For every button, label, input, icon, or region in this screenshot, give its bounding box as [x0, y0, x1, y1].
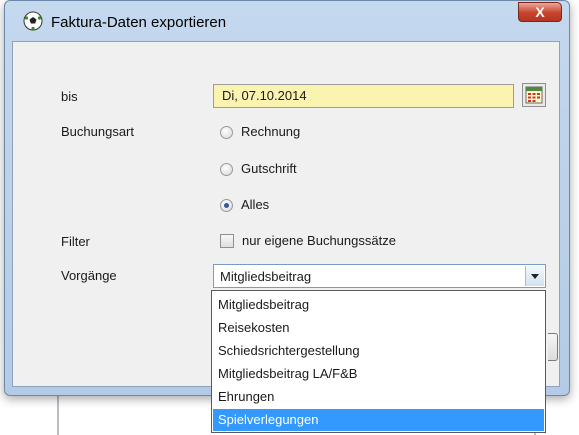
- background-divider: [57, 395, 59, 435]
- radio-gutschrift-label[interactable]: Gutschrift: [241, 161, 297, 176]
- soccer-ball-icon: [23, 11, 43, 31]
- filter-label: Filter: [61, 234, 90, 249]
- dropdown-item[interactable]: Mitgliedsbeitrag: [213, 294, 544, 316]
- vorgaenge-combobox[interactable]: Mitgliedsbeitrag: [213, 264, 546, 288]
- filter-checkbox[interactable]: [220, 234, 234, 248]
- title-bar[interactable]: Faktura-Daten exportieren X: [5, 1, 569, 41]
- radio-rechnung[interactable]: [220, 126, 233, 139]
- vorgaenge-selected-value: Mitgliedsbeitrag: [220, 269, 312, 284]
- dropdown-item[interactable]: Reisekosten: [213, 317, 544, 339]
- close-button[interactable]: X: [518, 2, 562, 22]
- radio-alles-label[interactable]: Alles: [241, 197, 269, 212]
- calendar-icon: [525, 86, 543, 104]
- calendar-button[interactable]: [522, 83, 546, 107]
- vorgaenge-label: Vorgänge: [61, 268, 117, 283]
- dropdown-item-highlighted[interactable]: Spielverlegungen: [213, 409, 544, 431]
- dropdown-item[interactable]: Mitgliedsbeitrag LA/F&B: [213, 363, 544, 385]
- chevron-down-icon[interactable]: [525, 266, 544, 286]
- filter-checkbox-label[interactable]: nur eigene Buchungssätze: [242, 233, 396, 248]
- dropdown-item[interactable]: Ehrungen: [213, 386, 544, 408]
- radio-alles[interactable]: [220, 199, 233, 212]
- window-title: Faktura-Daten exportieren: [51, 14, 227, 31]
- vorgaenge-dropdown-list: Mitgliedsbeitrag Reisekosten Schiedsrich…: [211, 290, 546, 433]
- dropdown-item[interactable]: Schiedsrichtergestellung: [213, 340, 544, 362]
- bis-label: bis: [61, 89, 78, 104]
- radio-gutschrift[interactable]: [220, 163, 233, 176]
- radio-rechnung-label[interactable]: Rechnung: [241, 124, 300, 139]
- partially-hidden-button[interactable]: [548, 333, 558, 361]
- buchungsart-label: Buchungsart: [61, 124, 134, 139]
- bis-date-field[interactable]: Di, 07.10.2014: [213, 84, 514, 108]
